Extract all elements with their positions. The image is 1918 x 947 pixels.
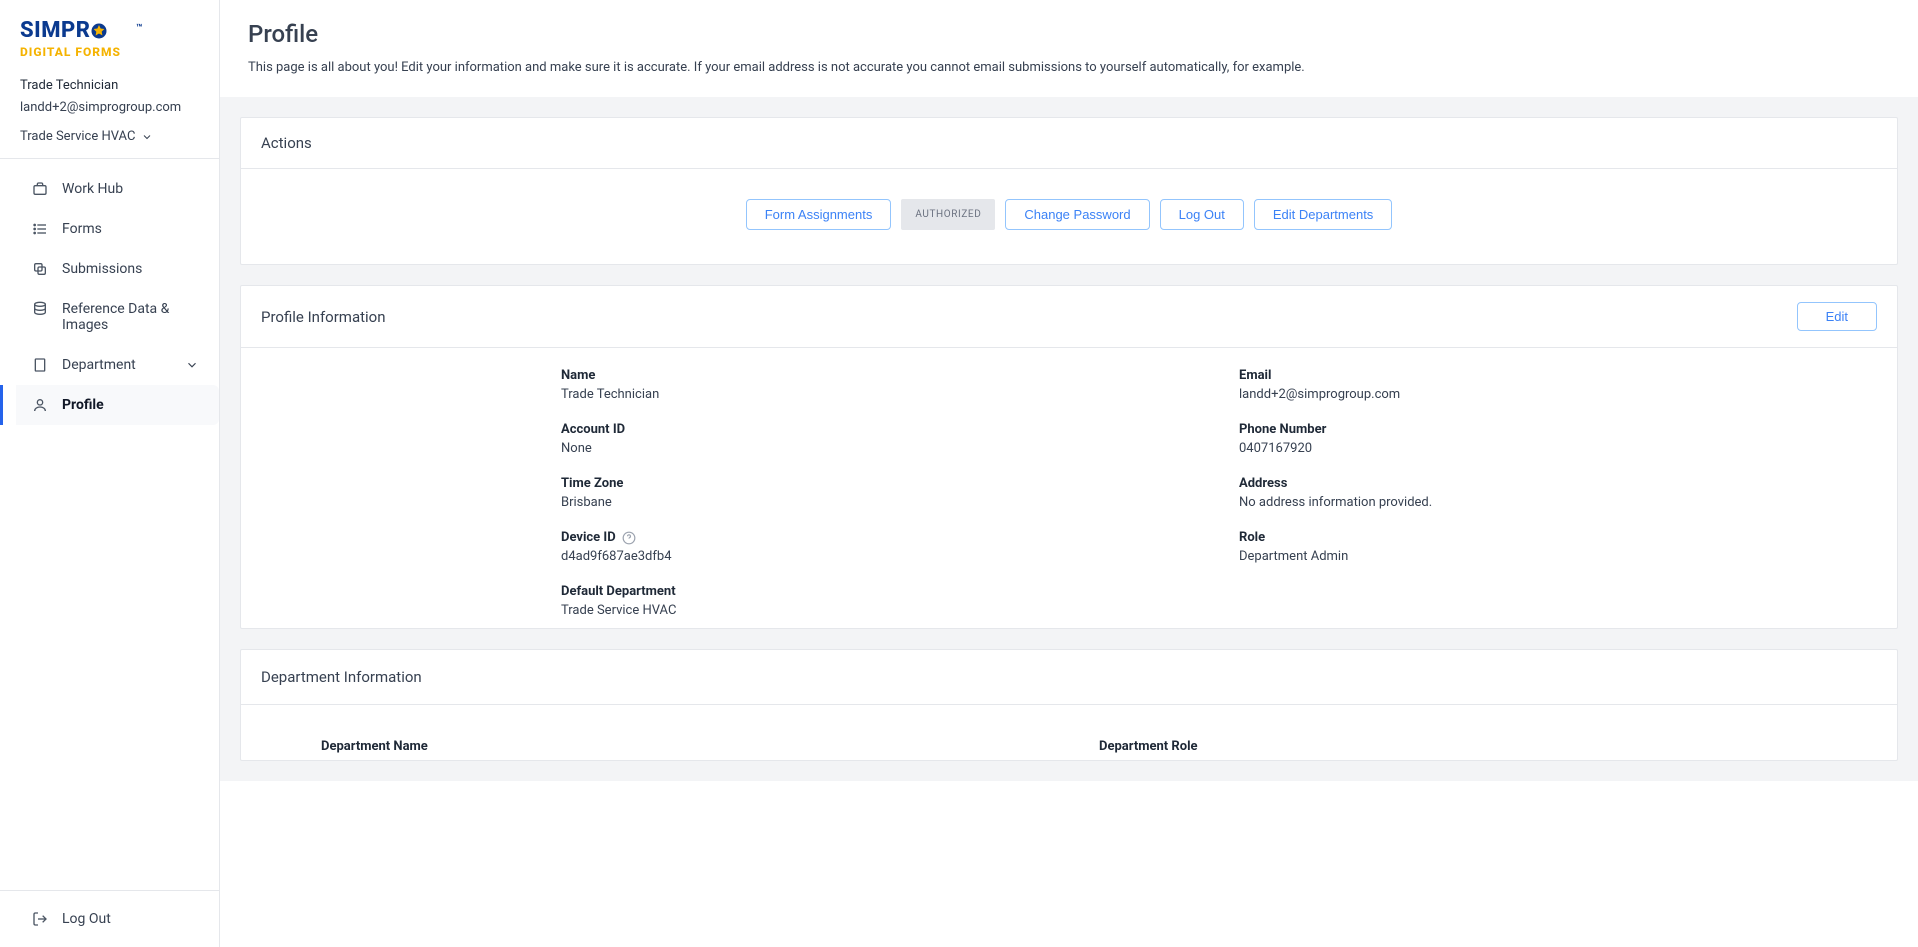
chevron-down-icon xyxy=(141,131,153,143)
help-icon[interactable] xyxy=(622,531,636,545)
sidebar-user-name: Trade Technician xyxy=(20,75,199,97)
value-device-id: d4ad9f687ae3dfb4 xyxy=(561,549,1199,564)
user-icon xyxy=(32,397,48,413)
nav-department[interactable]: Department xyxy=(0,345,219,385)
label-phone: Phone Number xyxy=(1239,422,1877,437)
department-info-card: Department Information Department Name D… xyxy=(240,649,1898,761)
logo-star-icon xyxy=(90,22,108,40)
nav: Work Hub Forms Submissions Reference Dat… xyxy=(0,159,219,890)
nav-logout[interactable]: Log Out xyxy=(0,899,219,939)
label-account-id: Account ID xyxy=(561,422,1199,437)
company-selector[interactable]: Trade Service HVAC xyxy=(0,119,219,158)
value-name: Trade Technician xyxy=(561,387,1199,402)
list-icon xyxy=(32,221,48,237)
company-selected-label: Trade Service HVAC xyxy=(20,129,135,144)
value-address: No address information provided. xyxy=(1239,495,1877,510)
logo-subtitle: DIGITAL FORMS xyxy=(20,45,199,59)
form-assignments-button[interactable]: Form Assignments xyxy=(746,199,892,230)
value-phone: 0407167920 xyxy=(1239,441,1877,456)
value-account-id: None xyxy=(561,441,1199,456)
chevron-down-icon xyxy=(185,358,199,372)
nav-label: Reference Data & Images xyxy=(62,301,199,333)
copy-icon xyxy=(32,261,48,277)
department-name-column: Department Name xyxy=(321,739,1099,754)
profile-info-heading: Profile Information xyxy=(261,308,386,326)
nav-forms[interactable]: Forms xyxy=(0,209,219,249)
logout-icon xyxy=(32,911,48,927)
sidebar-user-email: landd+2@simprogroup.com xyxy=(20,97,199,119)
label-address: Address xyxy=(1239,476,1877,491)
profile-info-card: Profile Information Edit Name Trade Tech… xyxy=(240,285,1898,629)
nav-label: Profile xyxy=(62,397,104,413)
page-header: Profile This page is all about you! Edit… xyxy=(220,0,1918,97)
nav-reference-data[interactable]: Reference Data & Images xyxy=(0,289,219,345)
change-password-button[interactable]: Change Password xyxy=(1005,199,1149,230)
page-description: This page is all about you! Edit your in… xyxy=(248,60,1890,75)
label-time-zone: Time Zone xyxy=(561,476,1199,491)
nav-label: Log Out xyxy=(62,911,111,927)
database-icon xyxy=(32,301,48,317)
page-title: Profile xyxy=(248,20,1890,48)
edit-departments-button[interactable]: Edit Departments xyxy=(1254,199,1392,230)
department-info-heading: Department Information xyxy=(241,650,1897,705)
value-email: landd+2@simprogroup.com xyxy=(1239,387,1877,402)
edit-profile-button[interactable]: Edit xyxy=(1797,302,1877,331)
nav-label: Department xyxy=(62,357,136,373)
nav-label: Work Hub xyxy=(62,181,123,197)
department-role-column: Department Role xyxy=(1099,739,1877,754)
nav-work-hub[interactable]: Work Hub xyxy=(0,169,219,209)
value-time-zone: Brisbane xyxy=(561,495,1199,510)
trademark: ™ xyxy=(136,23,143,34)
nav-profile[interactable]: Profile xyxy=(16,385,219,425)
user-block: Trade Technician landd+2@simprogroup.com xyxy=(0,69,219,119)
actions-heading: Actions xyxy=(261,134,312,152)
actions-card: Actions Form Assignments AUTHORIZED Chan… xyxy=(240,117,1898,265)
logout-button[interactable]: Log Out xyxy=(1160,199,1244,230)
label-device-id: Device ID xyxy=(561,530,1199,545)
app-logo: SIMPR ™ DIGITAL FORMS xyxy=(20,18,199,59)
building-icon xyxy=(32,357,48,373)
nav-label: Forms xyxy=(62,221,102,237)
sidebar: SIMPR ™ DIGITAL FORMS Trade Technician l… xyxy=(0,0,220,947)
label-role: Role xyxy=(1239,530,1877,545)
authorized-badge: AUTHORIZED xyxy=(901,199,995,230)
label-name: Name xyxy=(561,368,1199,383)
logo-text: SIMPR xyxy=(20,18,90,43)
value-default-department: Trade Service HVAC xyxy=(561,603,1199,618)
main: Profile This page is all about you! Edit… xyxy=(220,0,1918,947)
label-default-department: Default Department xyxy=(561,584,1199,599)
nav-submissions[interactable]: Submissions xyxy=(0,249,219,289)
label-email: Email xyxy=(1239,368,1877,383)
nav-label: Submissions xyxy=(62,261,142,277)
value-role: Department Admin xyxy=(1239,549,1877,564)
briefcase-icon xyxy=(32,181,48,197)
